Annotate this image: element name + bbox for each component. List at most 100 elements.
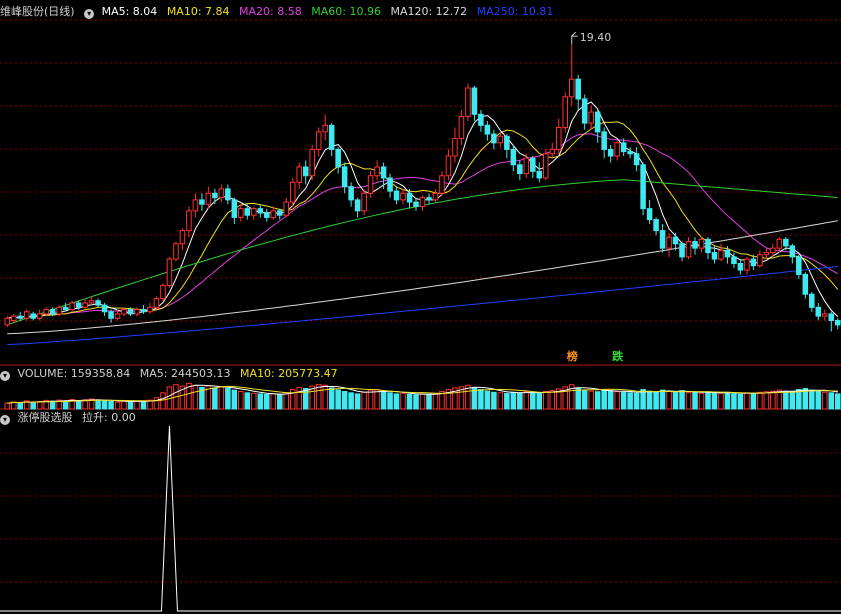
- ma120-line: [7, 220, 838, 335]
- volume-bar: [517, 392, 523, 410]
- volume-bar: [718, 392, 724, 410]
- volume-bar: [160, 392, 166, 410]
- volume-bar: [387, 392, 393, 410]
- volume-bar: [834, 393, 841, 410]
- candle-body: [62, 306, 69, 311]
- candle-body: [95, 300, 101, 306]
- volume-bar: [731, 393, 737, 410]
- volume-bar: [380, 390, 387, 410]
- volume-bar: [614, 391, 620, 410]
- candle-body: [315, 131, 322, 150]
- peak-marker-icon: [571, 31, 578, 45]
- candle: [380, 162, 387, 189]
- ma5-label: MA5: 8.04: [101, 5, 158, 18]
- candle-body: [36, 313, 43, 319]
- candle-body: [763, 252, 770, 256]
- candle-body: [789, 245, 796, 258]
- candle-body: [796, 256, 802, 275]
- candle-body: [478, 113, 484, 126]
- candle: [426, 193, 432, 205]
- volume-bar: [30, 401, 36, 410]
- candle: [640, 162, 646, 216]
- candle-body: [309, 148, 315, 177]
- ma20-line: [7, 133, 839, 319]
- candle-body: [192, 199, 199, 212]
- volume-bar: [549, 390, 556, 410]
- candle: [594, 109, 601, 143]
- volume-bar: [225, 387, 231, 410]
- candle: [179, 228, 186, 251]
- candle-body: [672, 236, 679, 245]
- candle: [218, 184, 225, 203]
- volume-bars: [4, 382, 841, 410]
- candle-body: [575, 78, 581, 100]
- candle: [536, 162, 543, 183]
- candle-body: [445, 155, 452, 177]
- volume-bar: [666, 390, 672, 410]
- candle-body: [341, 166, 348, 188]
- candle: [458, 109, 465, 146]
- candle-body: [88, 300, 95, 304]
- candle-body: [140, 309, 147, 313]
- candle: [238, 204, 244, 222]
- candle: [757, 250, 763, 268]
- candle: [153, 296, 160, 310]
- ma20-label: MA20: 8.58: [239, 5, 302, 18]
- candlestick-series: [4, 44, 841, 332]
- indicator-header: ▾ 涨停股选股 拉升: 0.00: [0, 410, 142, 426]
- volume-bar: [504, 392, 510, 410]
- candle-body: [23, 311, 30, 319]
- candle-body: [659, 230, 666, 249]
- candle-body: [601, 131, 607, 150]
- candle: [692, 237, 698, 255]
- volume-bar: [770, 390, 776, 410]
- candle-body: [555, 126, 562, 150]
- volume-bar: [374, 389, 380, 410]
- candle-body: [302, 166, 309, 177]
- chevron-down-icon[interactable]: ▾: [0, 415, 10, 425]
- candle-body: [257, 208, 264, 214]
- candle: [543, 149, 549, 181]
- candle: [335, 147, 341, 174]
- volume-bar: [354, 393, 361, 410]
- candle: [328, 123, 335, 156]
- candle-body: [244, 208, 251, 216]
- candle: [212, 188, 218, 205]
- candle-body: [419, 197, 426, 207]
- volume-bar: [127, 401, 134, 410]
- candle-body: [724, 249, 731, 258]
- candle: [822, 309, 828, 321]
- candle: [361, 188, 367, 216]
- volume-bar: [426, 393, 432, 410]
- candle: [17, 311, 23, 321]
- volume-bar: [134, 400, 140, 410]
- candle: [581, 94, 588, 130]
- candle: [828, 311, 835, 332]
- candle-body: [504, 135, 510, 150]
- volume-bar: [251, 392, 257, 410]
- candle: [140, 305, 147, 314]
- candle-body: [328, 124, 335, 150]
- candle-body: [114, 313, 121, 319]
- candle: [672, 232, 679, 251]
- candle-body: [620, 142, 627, 153]
- volume-bar: [484, 390, 491, 410]
- candle-body: [413, 201, 419, 207]
- tag-bang: 榜: [567, 349, 578, 363]
- indicator-line: [0, 425, 841, 612]
- candle-body: [43, 309, 49, 315]
- chevron-down-icon[interactable]: ▾: [84, 9, 95, 19]
- candle: [264, 208, 270, 222]
- volume-bar: [140, 400, 147, 410]
- candle-body: [776, 238, 783, 249]
- ma60-label: MA60: 10.96: [311, 5, 381, 18]
- candle-body: [731, 256, 737, 264]
- candle: [705, 237, 711, 260]
- candle: [620, 138, 627, 156]
- volume-bar: [257, 393, 264, 410]
- candle-body: [30, 313, 36, 319]
- candle-body: [367, 175, 374, 194]
- volume-bar: [789, 391, 796, 410]
- chevron-down-icon[interactable]: ▾: [0, 371, 10, 381]
- candle-body: [614, 142, 620, 157]
